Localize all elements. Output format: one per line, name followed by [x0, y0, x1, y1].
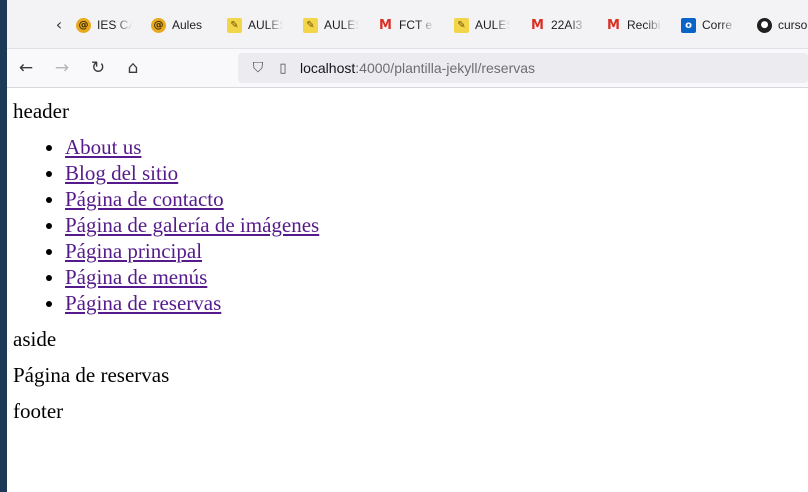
aside-text: aside — [13, 327, 57, 351]
nav-link-reservas[interactable]: Página de reservas — [65, 291, 221, 315]
address-bar[interactable]: ⛉ ▯ localhost:4000/plantilla-jekyll/rese… — [238, 53, 808, 83]
bookmark-label: AULES — [475, 18, 510, 32]
bookmark-aules-2[interactable]: ✎ AULES — [227, 13, 283, 37]
list-item: Página de reservas — [65, 290, 793, 316]
nav-link-blog[interactable]: Blog del sitio — [65, 161, 178, 185]
url-path: :4000/plantilla-jekyll/reservas — [355, 60, 536, 76]
list-item: About us — [65, 134, 793, 160]
home-icon[interactable]: ⌂ — [120, 55, 146, 81]
shield-icon[interactable]: ⛉ — [244, 60, 272, 76]
bookmark-aules-3[interactable]: ✎ AULES — [303, 13, 359, 37]
url-host: localhost — [300, 60, 356, 76]
bookmark-label: 22AI3 — [551, 18, 583, 32]
list-item: Página de contacto — [65, 186, 793, 212]
github-icon: ● — [757, 17, 772, 33]
chevron-left-icon[interactable]: ‹ — [50, 13, 68, 35]
bookmark-aules-4[interactable]: ✎ AULES — [454, 13, 510, 37]
bookmarks-toolbar: ‹ @ IES CA @ Aules ✎ AULES ✎ AULES M FCT… — [0, 0, 808, 49]
url-text[interactable]: localhost:4000/plantilla-jekyll/reservas — [300, 60, 535, 76]
bookmark-label: AULES — [324, 18, 359, 32]
navigation-toolbar: ← → ↻ ⌂ ⛉ ▯ localhost:4000/plantilla-jek… — [0, 49, 808, 88]
back-arrow-icon[interactable]: ← — [13, 55, 39, 81]
gmail-icon: M — [531, 17, 544, 33]
nav-link-about[interactable]: About us — [65, 135, 141, 159]
nav-link-principal[interactable]: Página principal — [65, 239, 202, 263]
reload-icon[interactable]: ↻ — [85, 55, 111, 81]
note-icon: ✎ — [303, 17, 318, 33]
nav-link-menus[interactable]: Página de menús — [65, 265, 207, 289]
bookmark-fct[interactable]: M FCT e — [378, 13, 434, 37]
nav-link-contacto[interactable]: Página de contacto — [65, 187, 224, 211]
gmail-icon: M — [379, 17, 392, 33]
page-content: header About us Blog del sitio Página de… — [13, 88, 793, 434]
bookmark-label: Corre — [702, 18, 733, 32]
window-edge — [0, 0, 7, 492]
bookmark-label: IES CA — [97, 18, 132, 32]
gmail-icon: M — [607, 17, 620, 33]
footer-text: footer — [13, 399, 64, 423]
bookmark-label: Aules — [172, 18, 203, 32]
bookmark-22ai3[interactable]: M 22AI3 — [530, 13, 586, 37]
bookmark-curso[interactable]: ● curso — [757, 13, 808, 37]
nav-link-galeria[interactable]: Página de galería de imágenes — [65, 213, 319, 237]
outlook-icon: o — [681, 17, 696, 33]
forward-arrow-icon[interactable]: → — [49, 55, 75, 81]
bookmark-correo[interactable]: o Corre — [681, 13, 737, 37]
list-item: Blog del sitio — [65, 160, 793, 186]
bookmark-recibi[interactable]: M Recibi — [606, 13, 662, 37]
main-text: Página de reservas — [13, 363, 170, 387]
page-icon[interactable]: ▯ — [272, 61, 294, 76]
bookmark-label: AULES — [248, 18, 283, 32]
ies-favicon-icon: @ — [76, 17, 91, 33]
bookmark-aules[interactable]: @ Aules — [151, 13, 211, 37]
list-item: Página principal — [65, 238, 793, 264]
header-text: header — [13, 99, 69, 123]
ies-favicon-icon: @ — [151, 17, 166, 33]
bookmark-label: curso — [778, 18, 808, 32]
list-item: Página de galería de imágenes — [65, 212, 793, 238]
bookmark-label: FCT e — [399, 18, 433, 32]
nav-list: About us Blog del sitio Página de contac… — [13, 134, 793, 316]
note-icon: ✎ — [454, 17, 469, 33]
bookmark-label: Recibi — [627, 18, 661, 32]
list-item: Página de menús — [65, 264, 793, 290]
bookmark-ies-ca[interactable]: @ IES CA — [76, 13, 132, 37]
note-icon: ✎ — [227, 17, 242, 33]
